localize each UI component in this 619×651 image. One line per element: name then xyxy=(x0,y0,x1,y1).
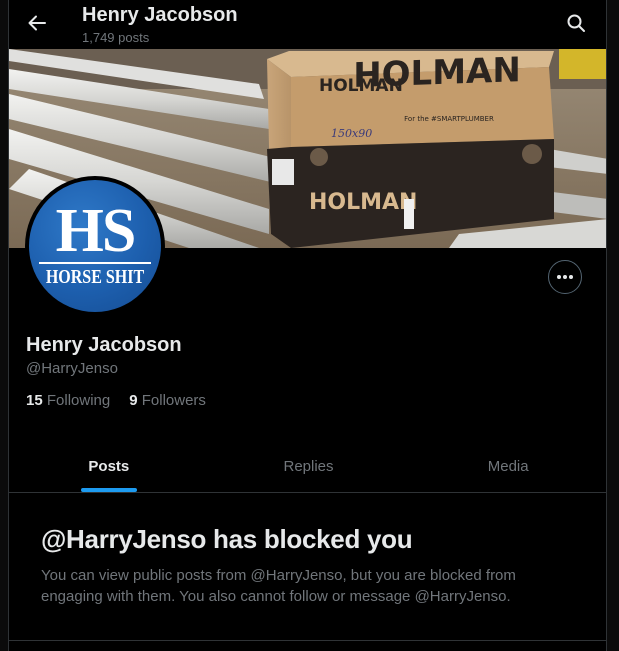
following-count: 15 xyxy=(26,392,43,409)
header-title-block: Henry Jacobson 1,749 posts xyxy=(82,4,238,47)
more-options-button[interactable] xyxy=(548,260,582,294)
following-label: Following xyxy=(46,392,111,409)
logo-divider xyxy=(39,262,151,264)
arrow-left-icon xyxy=(28,15,46,31)
followers-count: 9 xyxy=(129,392,138,409)
box-handwriting: 150x90 xyxy=(331,127,372,140)
tab-label: Replies xyxy=(283,457,334,475)
more-dots-icon xyxy=(557,275,573,279)
tab-label: Posts xyxy=(88,457,130,475)
followers-link[interactable]: 9 Followers xyxy=(129,392,206,409)
box-slogan: For the #SMARTPLUMBER xyxy=(404,115,494,123)
tab-label: Media xyxy=(487,457,529,475)
search-icon xyxy=(567,14,585,32)
following-link[interactable]: 15 Following xyxy=(26,392,110,409)
hs-logo: HS HORSE SHIT xyxy=(29,180,161,312)
logo-subtext: HORSE SHIT xyxy=(45,266,145,288)
profile-display-name: Henry Jacobson xyxy=(26,334,182,356)
followers-label: Followers xyxy=(141,392,206,409)
profile-page: Henry Jacobson 1,749 posts HOLMAN HOLMAN… xyxy=(8,0,607,651)
svg-text:HOLMAN: HOLMAN xyxy=(309,190,417,215)
header-name: Henry Jacobson xyxy=(82,4,238,26)
box-brand-side: HOLMAN xyxy=(319,76,403,96)
tab-media[interactable]: Media xyxy=(408,440,606,492)
logo-text: HS xyxy=(55,197,137,265)
tab-replies[interactable]: Replies xyxy=(209,440,409,492)
header-posts-count: 1,749 posts xyxy=(82,30,150,45)
back-button[interactable] xyxy=(19,8,55,38)
profile-handle: @HarryJenso xyxy=(26,360,118,377)
top-bar: Henry Jacobson 1,749 posts xyxy=(9,0,606,50)
profile-tabs: Posts Replies Media xyxy=(9,440,606,493)
divider xyxy=(9,640,606,641)
tab-posts[interactable]: Posts xyxy=(9,440,209,492)
active-tab-indicator xyxy=(80,488,137,492)
profile-stats: 15 Following 9 Followers xyxy=(26,392,206,409)
search-button[interactable] xyxy=(560,8,592,38)
blocked-message: You can view public posts from @HarryJen… xyxy=(41,567,516,605)
blocked-title: @HarryJenso has blocked you xyxy=(41,524,413,554)
profile-avatar[interactable]: HS HORSE SHIT xyxy=(25,176,165,316)
